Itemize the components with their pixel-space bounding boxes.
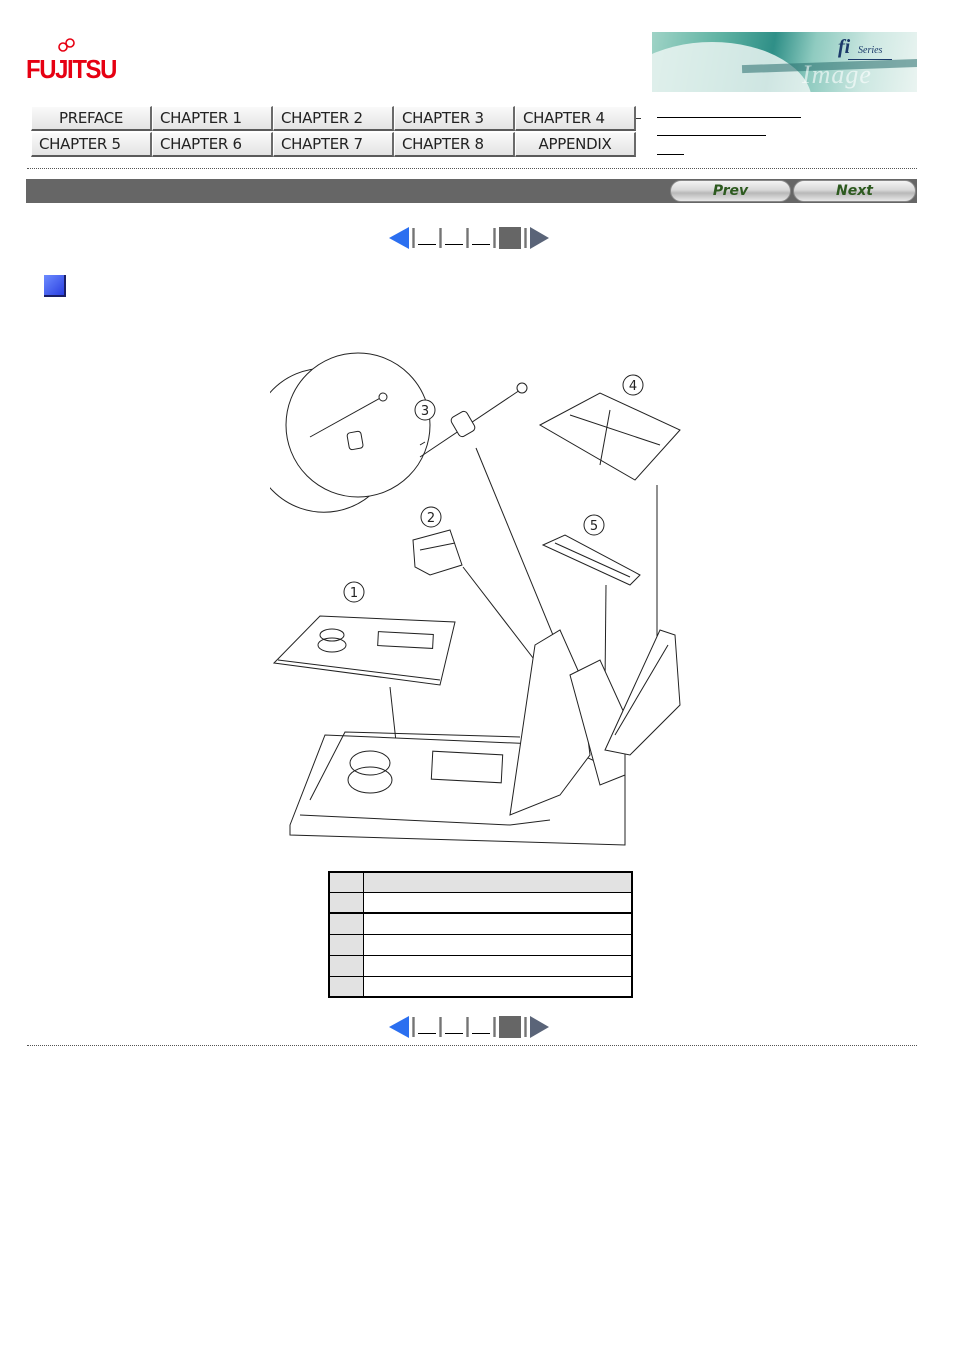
- separator: [27, 168, 917, 169]
- section-bullet-icon: [44, 275, 66, 297]
- nav-chapter-7[interactable]: CHAPTER 7: [273, 132, 394, 157]
- top-link-1[interactable]: [657, 117, 801, 118]
- page-pager-bottom: [389, 1016, 549, 1038]
- infinity-icon: [58, 38, 75, 52]
- callout-4-label: 4: [629, 379, 637, 394]
- top-link-3[interactable]: [657, 154, 684, 155]
- page-link-3[interactable]: [472, 1020, 490, 1034]
- table-header-row: [328, 871, 633, 893]
- page-link-3[interactable]: [472, 231, 490, 245]
- callout-3-label: 3: [421, 404, 429, 419]
- nav-tick: [636, 118, 641, 119]
- page-link-1[interactable]: [418, 1020, 436, 1034]
- row-name: [362, 933, 633, 956]
- next-page-arrow-icon[interactable]: [530, 227, 549, 249]
- header-num: [328, 871, 364, 893]
- header-name: [362, 871, 633, 893]
- fujitsu-logo: FUJITSU: [26, 38, 120, 88]
- row-name: [362, 912, 633, 935]
- pager-divider: [439, 228, 442, 248]
- nav-preface[interactable]: PREFACE: [31, 106, 152, 131]
- pager-divider: [493, 1017, 496, 1037]
- pager-divider: [412, 228, 415, 248]
- row-name: [362, 954, 633, 977]
- fi-series-banner: fi Series Image Scanner: [652, 32, 917, 92]
- callout-2-label: 2: [427, 511, 435, 526]
- table-row: [328, 933, 633, 956]
- pager-divider: [493, 228, 496, 248]
- previous-page-arrow-icon[interactable]: [389, 227, 409, 249]
- row-num: [328, 891, 364, 914]
- table-row: [328, 891, 633, 914]
- top-link-2[interactable]: [657, 135, 766, 136]
- pager-divider: [466, 228, 469, 248]
- nav-chapter-4[interactable]: CHAPTER 4: [515, 106, 636, 131]
- sheet-guide-part: [541, 534, 641, 586]
- nav-chapter-5[interactable]: CHAPTER 5: [31, 132, 152, 157]
- row-name: [362, 891, 633, 914]
- next-button[interactable]: Next: [793, 180, 916, 202]
- nav-chapter-3[interactable]: CHAPTER 3: [394, 106, 515, 131]
- current-page-indicator: [499, 227, 521, 249]
- nav-chapter-8[interactable]: CHAPTER 8: [394, 132, 515, 157]
- pick-roller-part: [419, 382, 528, 458]
- table-row: [328, 975, 633, 998]
- logo-text: FUJITSU: [26, 54, 117, 84]
- nav-chapter-2[interactable]: CHAPTER 2: [273, 106, 394, 131]
- page-pager-top: [389, 227, 549, 249]
- separator: [27, 1045, 917, 1046]
- nav-chapter-6[interactable]: CHAPTER 6: [152, 132, 273, 157]
- pager-divider: [439, 1017, 442, 1037]
- page-link-1[interactable]: [418, 231, 436, 245]
- row-num: [328, 912, 364, 935]
- page-link-2[interactable]: [445, 1020, 463, 1034]
- roller-detail-inset: [270, 352, 431, 513]
- table-row: [328, 912, 633, 935]
- nav-chapter-1[interactable]: CHAPTER 1: [152, 106, 273, 131]
- chapter-nav-row: PREFACE CHAPTER 1 CHAPTER 2 CHAPTER 3 CH…: [31, 106, 637, 132]
- chapter-nav: PREFACE CHAPTER 1 CHAPTER 2 CHAPTER 3 CH…: [31, 106, 637, 158]
- paper-chute-part: [538, 392, 681, 481]
- callout-1-label: 1: [350, 586, 358, 601]
- pager-divider: [412, 1017, 415, 1037]
- nav-appendix[interactable]: APPENDIX: [515, 132, 636, 157]
- row-num: [328, 933, 364, 956]
- scanner-parts-illustration: 3 4 2 5 1: [270, 352, 681, 846]
- banner-brand: fi: [838, 36, 851, 58]
- banner-tagline: Image Scanner: [802, 60, 893, 92]
- row-num: [328, 975, 364, 998]
- row-name: [362, 975, 633, 998]
- parts-table: [328, 871, 633, 998]
- previous-page-arrow-icon[interactable]: [389, 1016, 409, 1038]
- current-page-indicator: [499, 1016, 521, 1038]
- pager-divider: [466, 1017, 469, 1037]
- next-page-arrow-icon[interactable]: [530, 1016, 549, 1038]
- document-pad-part: [272, 615, 456, 686]
- row-num: [328, 954, 364, 977]
- callout-5-label: 5: [590, 519, 598, 534]
- table-row: [328, 954, 633, 977]
- page-link-2[interactable]: [445, 231, 463, 245]
- pad-assy-part: [412, 529, 463, 576]
- pager-divider: [524, 1017, 527, 1037]
- banner-series: Series: [858, 45, 883, 56]
- pager-divider: [524, 228, 527, 248]
- chapter-nav-row: CHAPTER 5 CHAPTER 6 CHAPTER 7 CHAPTER 8 …: [31, 132, 637, 158]
- prev-button[interactable]: Prev: [670, 180, 791, 202]
